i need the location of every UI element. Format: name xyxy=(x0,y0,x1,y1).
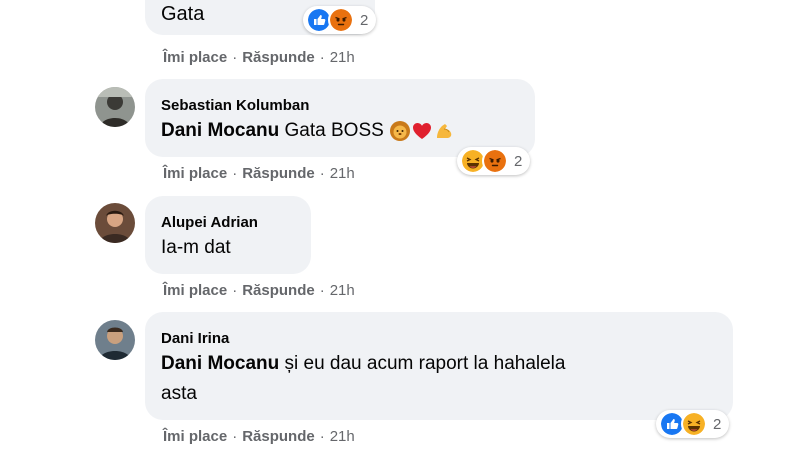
separator: · xyxy=(319,428,325,445)
red-heart-emoji xyxy=(413,122,432,139)
comment-body: Gata BOSS xyxy=(284,120,384,141)
reply-link[interactable]: Răspunde xyxy=(242,428,315,445)
reply-link[interactable]: Răspunde xyxy=(242,49,315,66)
flexed-biceps-emoji xyxy=(437,123,452,138)
comment-text: Ia-m dat xyxy=(161,237,231,258)
comment-author[interactable]: Sebastian Kolumban xyxy=(161,96,521,116)
comment-actions: Îmi place · Răspunde · 21h xyxy=(163,281,355,301)
reaction-count: 2 xyxy=(514,152,523,170)
reaction-summary[interactable]: 2 xyxy=(656,410,730,438)
mention-link[interactable]: Dani Mocanu xyxy=(161,120,279,141)
angry-icon xyxy=(328,7,354,33)
like-link[interactable]: Îmi place xyxy=(163,49,227,66)
comment-actions: Îmi place · Răspunde · 21h xyxy=(163,427,355,447)
avatar[interactable] xyxy=(95,203,135,243)
separator: · xyxy=(319,49,325,66)
comment-author[interactable]: Dani Irina xyxy=(161,329,719,349)
reply-link[interactable]: Răspunde xyxy=(242,165,315,182)
comment-author[interactable]: Alupei Adrian xyxy=(161,213,297,233)
like-link[interactable]: Îmi place xyxy=(163,282,227,299)
separator: · xyxy=(232,282,238,299)
like-link[interactable]: Îmi place xyxy=(163,428,227,445)
avatar[interactable] xyxy=(95,320,135,360)
separator: · xyxy=(232,165,238,182)
like-link[interactable]: Îmi place xyxy=(163,165,227,182)
reply-link[interactable]: Răspunde xyxy=(242,282,315,299)
lion-emoji xyxy=(390,120,411,141)
separator: · xyxy=(232,49,238,66)
timestamp[interactable]: 21h xyxy=(330,282,355,299)
separator: · xyxy=(232,428,238,445)
angry-icon xyxy=(482,148,508,174)
timestamp[interactable]: 21h xyxy=(330,428,355,445)
comment-body-line1: și eu dau acum raport la hahalela xyxy=(284,353,566,374)
mention-link[interactable]: Dani Mocanu xyxy=(161,353,279,374)
comment-actions: Îmi place · Răspunde · 21h xyxy=(163,164,355,184)
haha-icon xyxy=(681,411,707,437)
separator: · xyxy=(319,282,325,299)
reaction-summary[interactable]: 2 xyxy=(303,6,377,34)
avatar[interactable] xyxy=(95,87,135,127)
reaction-count: 2 xyxy=(360,11,369,29)
comment-text-continued: asta xyxy=(161,383,197,404)
reaction-summary[interactable]: 2 xyxy=(457,147,531,175)
comment-bubble: Dani Irina Dani Mocanu și eu dau acum ra… xyxy=(145,312,733,420)
comment-text: Dani Mocanu și eu dau acum raport la hah… xyxy=(161,349,719,379)
timestamp[interactable]: 21h xyxy=(330,49,355,66)
comment-text: Dani Mocanu Gata BOSS xyxy=(161,116,521,146)
reaction-count: 2 xyxy=(713,415,722,433)
comment-actions: Îmi place · Răspunde · 21h xyxy=(163,48,355,68)
comment-bubble: Sebastian Kolumban Dani Mocanu Gata BOSS xyxy=(145,79,535,157)
separator: · xyxy=(319,165,325,182)
timestamp[interactable]: 21h xyxy=(330,165,355,182)
comment-bubble: Alupei Adrian Ia-m dat xyxy=(145,196,311,274)
